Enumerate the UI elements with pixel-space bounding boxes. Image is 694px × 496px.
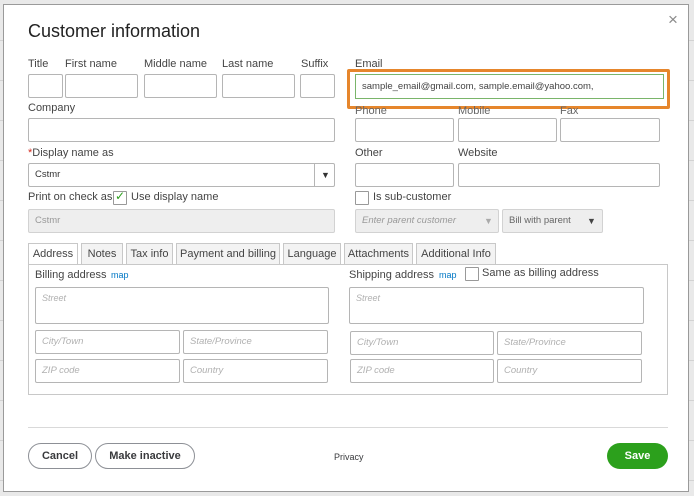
shipping-state-input[interactable]: State/Province: [497, 331, 642, 355]
last-name-label: Last name: [222, 58, 274, 70]
same-as-billing-checkbox[interactable]: [465, 267, 479, 281]
sub-customer-checkbox[interactable]: [355, 191, 369, 205]
shipping-address-label: Shipping address: [349, 269, 435, 281]
suffix-label: Suffix: [301, 58, 329, 70]
billing-state-input[interactable]: State/Province: [183, 330, 328, 354]
website-input[interactable]: [458, 163, 660, 187]
parent-customer-select: Enter parent customer: [355, 209, 499, 233]
last-name-input[interactable]: [222, 74, 295, 98]
shipping-map-link[interactable]: map: [439, 270, 457, 280]
title-input[interactable]: [28, 74, 63, 98]
billing-city-input[interactable]: City/Town: [35, 330, 180, 354]
display-name-label: *Display name as: [28, 147, 114, 159]
middle-name-label: Middle name: [144, 58, 207, 70]
title-label: Title: [28, 58, 49, 70]
billing-country-input[interactable]: Country: [183, 359, 328, 383]
mobile-input[interactable]: [458, 118, 557, 142]
customer-information-dialog: Customer information × Title First name …: [3, 4, 689, 492]
phone-input[interactable]: [355, 118, 454, 142]
privacy-link[interactable]: Privacy: [334, 452, 364, 462]
phone-label: Phone: [355, 105, 387, 117]
shipping-zip-input[interactable]: ZIP code: [350, 359, 494, 383]
tab-address[interactable]: Address: [28, 243, 78, 265]
chevron-down-icon[interactable]: ▼: [321, 170, 330, 180]
website-label: Website: [458, 147, 498, 159]
tab-payment-and-billing[interactable]: Payment and billing: [176, 243, 280, 264]
cancel-button[interactable]: Cancel: [28, 443, 92, 469]
billing-street-input[interactable]: Street: [35, 287, 329, 324]
billing-map-link[interactable]: map: [111, 270, 129, 280]
first-name-label: First name: [65, 58, 117, 70]
save-button[interactable]: Save: [607, 443, 668, 469]
display-name-select[interactable]: Cstmr: [28, 163, 335, 187]
billing-zip-input[interactable]: ZIP code: [35, 359, 180, 383]
chevron-down-icon: ▼: [484, 216, 493, 226]
fax-label: Fax: [560, 105, 579, 117]
fax-input[interactable]: [560, 118, 660, 142]
chevron-down-icon: ▼: [587, 216, 596, 226]
company-input[interactable]: [28, 118, 335, 142]
print-on-check-input: Cstmr: [28, 209, 335, 233]
shipping-street-input[interactable]: Street: [349, 287, 644, 324]
close-icon[interactable]: ×: [668, 11, 678, 28]
email-input[interactable]: sample_email@gmail.com, sample.email@yah…: [355, 74, 664, 99]
print-on-check-label: Print on check as: [28, 191, 113, 203]
tab-language[interactable]: Language: [283, 243, 341, 264]
make-inactive-button[interactable]: Make inactive: [95, 443, 195, 469]
use-display-name-label: Use display name: [131, 191, 219, 203]
sub-customer-label: Is sub-customer: [373, 191, 452, 203]
billing-address-label: Billing address: [35, 269, 107, 281]
tab-tax-info[interactable]: Tax info: [126, 243, 173, 264]
other-input[interactable]: [355, 163, 454, 187]
use-display-name-checkbox[interactable]: ✓: [113, 189, 127, 205]
suffix-input[interactable]: [300, 74, 335, 98]
same-as-billing-label: Same as billing address: [482, 267, 599, 279]
tab-notes[interactable]: Notes: [81, 243, 123, 264]
dialog-title: Customer information: [28, 21, 201, 41]
other-label: Other: [355, 147, 383, 159]
footer-divider: [28, 427, 668, 428]
tab-additional-info[interactable]: Additional Info: [416, 243, 496, 264]
mobile-label: Mobile: [458, 105, 491, 117]
shipping-country-input[interactable]: Country: [497, 359, 642, 383]
checkmark-icon: ✓: [115, 189, 126, 203]
middle-name-input[interactable]: [144, 74, 217, 98]
company-label: Company: [28, 102, 76, 114]
shipping-city-input[interactable]: City/Town: [350, 331, 494, 355]
first-name-input[interactable]: [65, 74, 138, 98]
tab-attachments[interactable]: Attachments: [344, 243, 413, 264]
